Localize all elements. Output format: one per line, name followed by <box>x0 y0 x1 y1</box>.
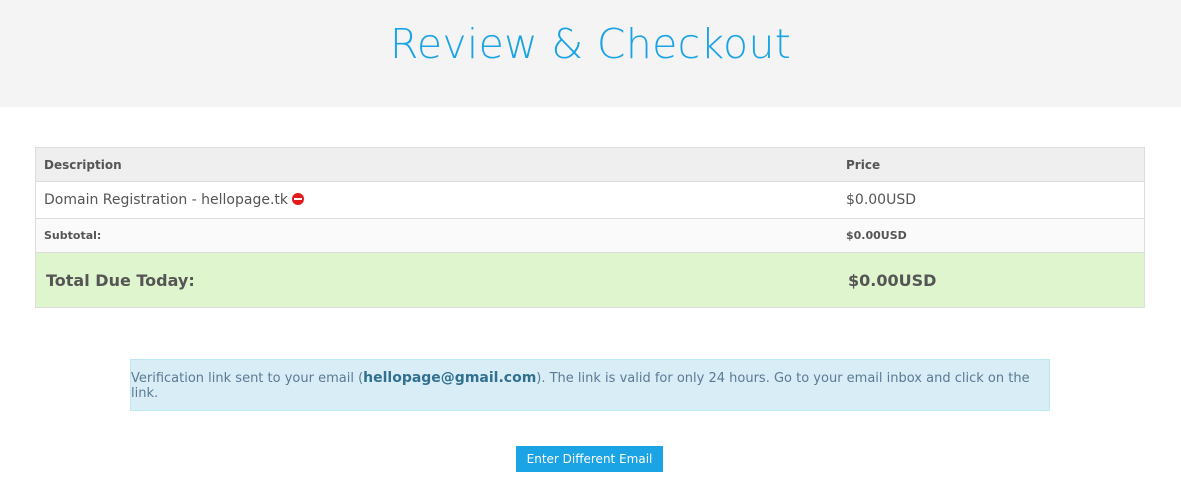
notice-email: hellopage@gmail.com <box>363 369 537 386</box>
enter-different-email-button[interactable]: Enter Different Email <box>516 446 663 472</box>
verification-notice: Verification link sent to your email (he… <box>130 359 1050 411</box>
notice-text: Verification link sent to your email (he… <box>131 370 1049 401</box>
item-description: Domain Registration - hellopage.tk <box>44 192 288 208</box>
total-value: $0.00USD <box>848 270 937 290</box>
total-label: Total Due Today: <box>46 270 195 290</box>
subtotal-label: Subtotal: <box>44 229 102 242</box>
page-title: Review & Checkout <box>389 19 792 68</box>
column-header-price: Price <box>846 157 881 172</box>
item-price: $0.00USD <box>846 192 916 208</box>
item-description-cell: Domain Registration - hellopage.tk <box>36 192 838 208</box>
remove-icon[interactable] <box>292 193 304 205</box>
subtotal-value: $0.00USD <box>846 229 907 242</box>
order-summary-table: Description Price Domain Registration - … <box>35 147 1145 308</box>
table-header-row: Description Price <box>36 148 1144 182</box>
table-row: Domain Registration - hellopage.tk $0.00… <box>36 182 1144 219</box>
subtotal-row: Subtotal: $0.00USD <box>36 219 1144 253</box>
notice-prefix: Verification link sent to your email ( <box>131 370 364 386</box>
page-header: Review & Checkout <box>0 0 1181 107</box>
column-header-description: Description <box>44 157 122 172</box>
total-row: Total Due Today: $0.00USD <box>36 253 1144 307</box>
